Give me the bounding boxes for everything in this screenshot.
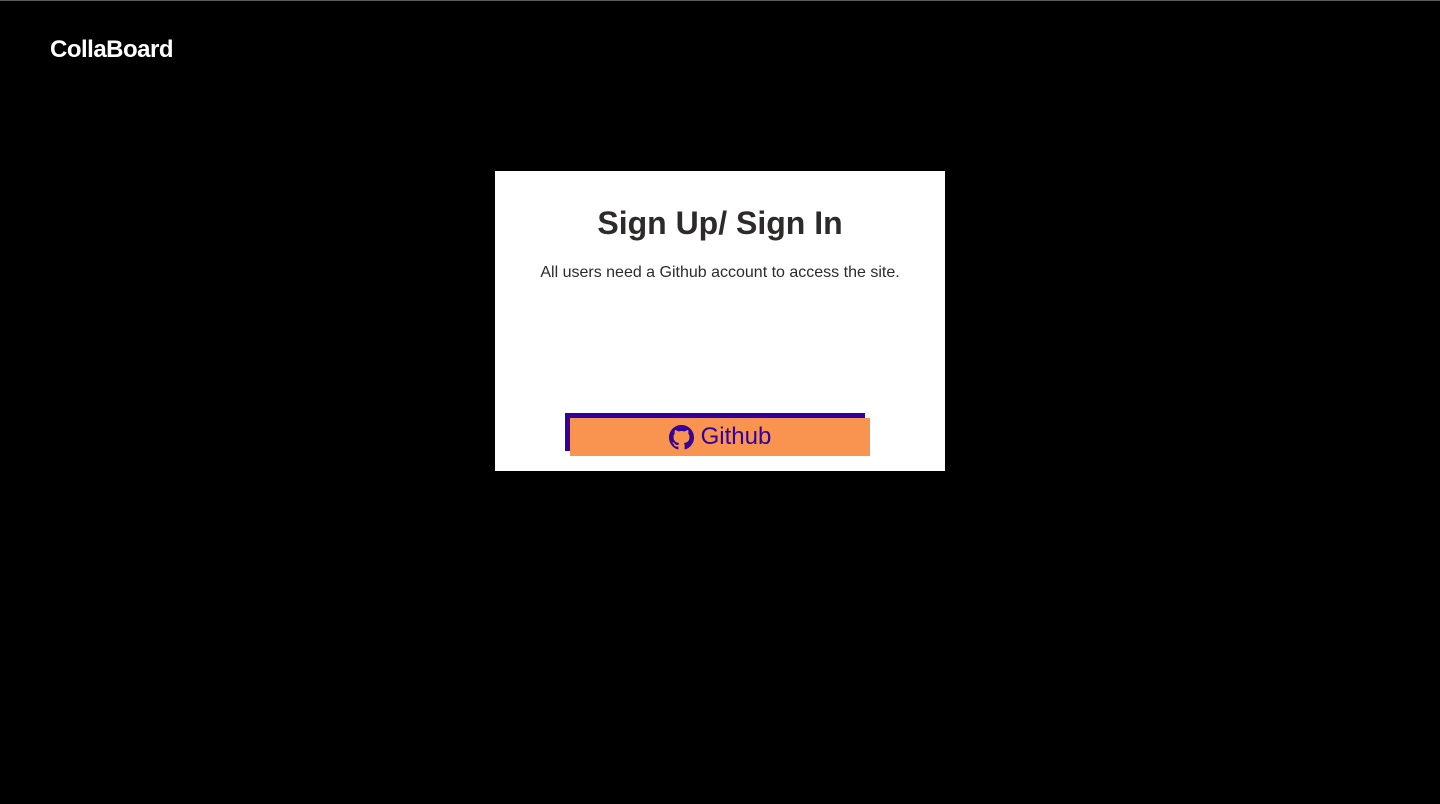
github-button-label: Github	[700, 423, 772, 450]
github-icon	[668, 424, 694, 450]
brand-logo-link[interactable]: CollaBoard	[50, 35, 174, 65]
top-border	[0, 0, 1440, 1]
github-signin-button[interactable]: Github	[570, 418, 870, 456]
auth-card-title: Sign Up/ Sign In	[597, 205, 843, 241]
auth-card-description: All users need a Github account to acces…	[540, 264, 900, 281]
